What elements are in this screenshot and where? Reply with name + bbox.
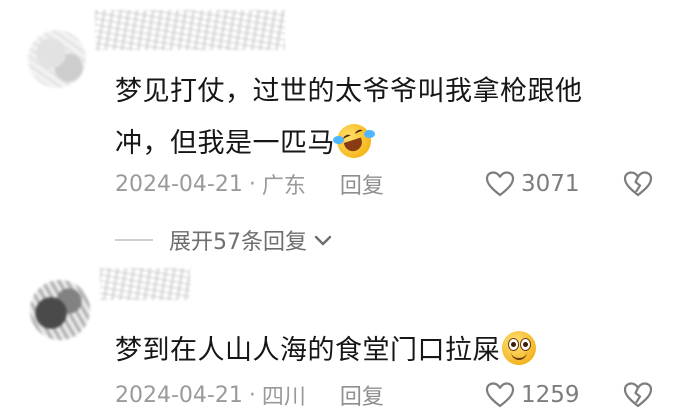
grinning-face-emoji — [502, 331, 536, 365]
reply-button[interactable]: 回复 — [340, 379, 384, 411]
comment-item: 梦见打仗，过世的太爷爷叫我拿枪跟他冲，但我是一匹马 2024-04-21 · 广… — [0, 0, 690, 265]
like-count: 1259 — [521, 382, 580, 408]
broken-heart-icon[interactable] — [623, 381, 653, 409]
comment-location: 四川 — [261, 385, 306, 410]
comment-location: 广东 — [261, 174, 306, 199]
comment-text-content: 梦到在人山人海的食堂门口拉屎 — [115, 335, 500, 366]
expand-replies-label: 展开57条回复 — [169, 230, 307, 255]
comment-date: 2024-04-21 — [115, 382, 243, 408]
meta-separator: · — [248, 171, 256, 197]
laughing-crying-face-emoji — [332, 119, 376, 163]
heart-outline-icon — [485, 171, 515, 197]
like-count: 3071 — [521, 171, 580, 197]
like-button[interactable]: 1259 — [485, 381, 580, 409]
broken-heart-icon[interactable] — [623, 170, 653, 198]
heart-outline-icon — [485, 382, 515, 408]
comment-item: 梦到在人山人海的食堂门口拉屎 2024-04-21 · 四川 回复 1259 — [0, 265, 690, 420]
comment-meta: 2024-04-21 · 四川 回复 1259 — [115, 377, 665, 413]
divider-line — [115, 239, 153, 241]
meta-separator: · — [248, 382, 256, 408]
comments-panel: 梦见打仗，过世的太爷爷叫我拿枪跟他冲，但我是一匹马 2024-04-21 · 广… — [0, 0, 690, 420]
username-redacted — [95, 10, 285, 50]
username-redacted — [100, 268, 190, 300]
like-button[interactable]: 3071 — [485, 170, 580, 198]
avatar[interactable] — [28, 30, 86, 88]
avatar[interactable] — [30, 280, 90, 340]
comment-text: 梦到在人山人海的食堂门口拉屎 — [115, 325, 635, 377]
comment-text: 梦见打仗，过世的太爷爷叫我拿枪跟他冲，但我是一匹马 — [115, 66, 635, 170]
chevron-down-icon — [314, 235, 332, 246]
comment-meta: 2024-04-21 · 广东 回复 3071 — [115, 166, 665, 202]
reply-button[interactable]: 回复 — [340, 168, 384, 200]
comment-date: 2024-04-21 — [115, 171, 243, 197]
expand-replies-button[interactable]: 展开57条回复 — [115, 222, 333, 258]
